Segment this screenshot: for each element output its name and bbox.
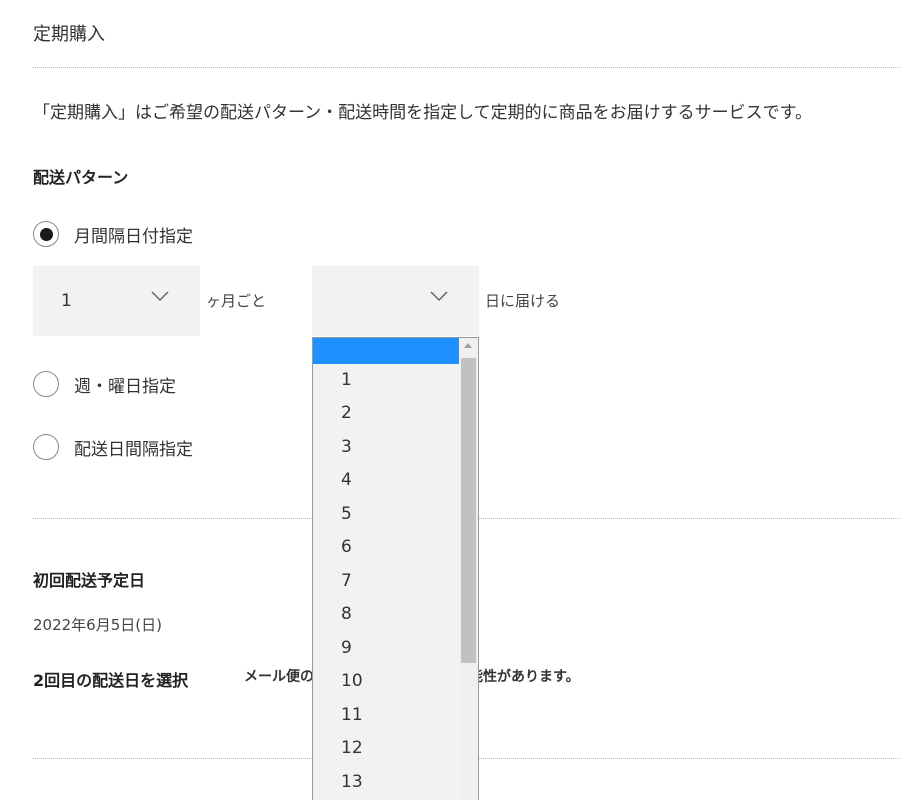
- dropdown-option[interactable]: 12: [341, 732, 363, 765]
- month-interval-suffix: ヶ月ごと: [206, 292, 267, 310]
- dropdown-option-highlighted[interactable]: [313, 338, 459, 364]
- dropdown-option[interactable]: 10: [341, 665, 363, 698]
- service-description: 「定期購入」はご希望の配送パターン・配送時間を指定して定期的に商品をお届けするサ…: [33, 103, 812, 123]
- title-divider: [33, 67, 900, 68]
- day-select-suffix: 日に届ける: [485, 292, 561, 310]
- dropdown-option[interactable]: 7: [341, 565, 352, 598]
- dropdown-scrollbar[interactable]: [459, 338, 478, 800]
- dropdown-option[interactable]: 8: [341, 598, 352, 631]
- month-interval-select[interactable]: 1: [33, 266, 200, 336]
- chevron-down-icon: [151, 291, 169, 302]
- radio-delivery-interval[interactable]: 配送日間隔指定: [33, 434, 193, 460]
- dropdown-option[interactable]: 4: [341, 464, 352, 497]
- radio-unchecked-icon[interactable]: [33, 434, 59, 460]
- dropdown-option[interactable]: 3: [341, 431, 352, 464]
- dropdown-option[interactable]: 9: [341, 632, 352, 665]
- second-delivery-note-left: メール便の: [244, 669, 314, 685]
- dropdown-option[interactable]: 6: [341, 531, 352, 564]
- dropdown-option[interactable]: 11: [341, 699, 363, 732]
- page-title: 定期購入: [33, 24, 105, 45]
- dropdown-option[interactable]: 1: [341, 364, 352, 397]
- first-delivery-heading: 初回配送予定日: [33, 571, 146, 590]
- dropdown-option[interactable]: 2: [341, 397, 352, 430]
- scrollbar-thumb[interactable]: [461, 358, 476, 663]
- radio-unchecked-icon[interactable]: [33, 371, 59, 397]
- scroll-up-arrow-icon[interactable]: [464, 343, 472, 348]
- radio-weekday-label: 週・曜日指定: [74, 376, 176, 397]
- chevron-down-icon: [430, 291, 448, 302]
- second-delivery-note-right: 能性があります。: [469, 669, 580, 685]
- radio-delivery-interval-label: 配送日間隔指定: [74, 439, 193, 460]
- dropdown-option[interactable]: 5: [341, 498, 352, 531]
- second-delivery-heading: 2回目の配送日を選択: [33, 671, 189, 690]
- month-interval-value: 1: [61, 291, 72, 311]
- day-select[interactable]: [312, 266, 479, 336]
- delivery-pattern-heading: 配送パターン: [33, 168, 129, 187]
- radio-weekday[interactable]: 週・曜日指定: [33, 371, 176, 397]
- day-dropdown-list[interactable]: 1 2 3 4 5 6 7 8 9 10 11 12 13: [312, 337, 479, 800]
- radio-monthly-date-label: 月間隔日付指定: [74, 226, 193, 247]
- radio-checked-icon[interactable]: [33, 221, 59, 247]
- dropdown-option[interactable]: 13: [341, 766, 363, 799]
- first-delivery-date: 2022年6月5日(日): [33, 616, 162, 634]
- radio-monthly-date[interactable]: 月間隔日付指定: [33, 221, 193, 247]
